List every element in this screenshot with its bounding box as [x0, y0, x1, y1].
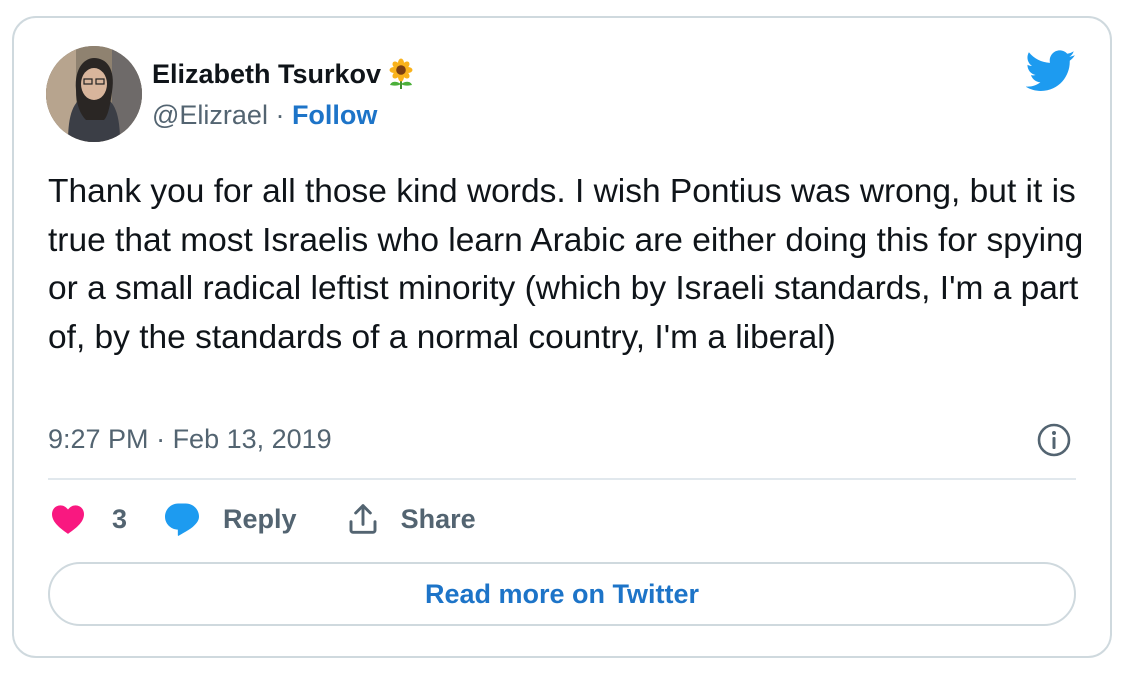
- handle-separator: ·: [267, 100, 292, 130]
- heart-icon: [52, 505, 84, 534]
- avatar-image: [46, 46, 142, 142]
- read-more-label: Read more on Twitter: [424, 578, 700, 609]
- tweet-time[interactable]: 9:27 PM: [48, 424, 149, 454]
- share-label: Share: [400, 503, 476, 534]
- sunflower-icon: [389, 58, 413, 89]
- like-count: 3: [112, 503, 128, 534]
- like-button[interactable]: 3: [50, 503, 127, 535]
- author-name[interactable]: Elizabeth Tsurkov: [152, 59, 381, 90]
- tweet-card: Elizabeth Tsurkov @Elizrael · Follow Tha…: [12, 16, 1112, 658]
- tweet-date[interactable]: Feb 13, 2019: [173, 424, 332, 454]
- tweet-timestamp[interactable]: 9:27 PM · Feb 13, 2019: [48, 424, 332, 455]
- divider: [48, 478, 1076, 480]
- author-handle[interactable]: @Elizrael: [152, 100, 268, 130]
- share-icon: [349, 504, 377, 534]
- reply-label: Reply: [223, 503, 297, 534]
- action-bar: 3 Reply Share: [50, 502, 476, 536]
- follow-link[interactable]: Follow: [292, 100, 377, 130]
- avatar[interactable]: [46, 46, 142, 142]
- read-more-button[interactable]: Read more on Twitter: [48, 562, 1076, 626]
- date-separator: ·: [148, 424, 173, 454]
- reply-button[interactable]: Reply: [163, 502, 297, 536]
- author-name-row[interactable]: Elizabeth Tsurkov: [152, 58, 417, 90]
- tweet-text: Thank you for all those kind words. I wi…: [48, 173, 1084, 356]
- share-button[interactable]: Share: [347, 503, 476, 535]
- info-icon[interactable]: [1036, 422, 1072, 458]
- speech-bubble-icon: [165, 503, 200, 536]
- twitter-bird-icon[interactable]: [1026, 50, 1076, 92]
- handle-row: @Elizrael · Follow: [152, 100, 377, 131]
